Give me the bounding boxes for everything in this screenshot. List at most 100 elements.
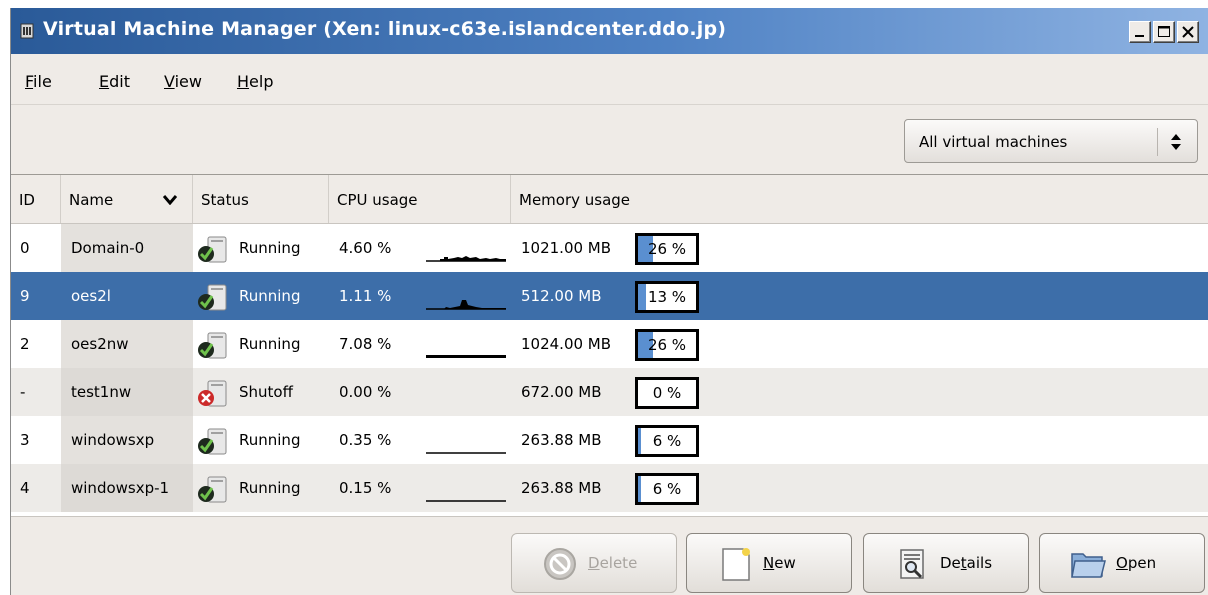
table-row[interactable]: 9 oes2l Running 1.11 % 512.00 MB 13 % xyxy=(11,272,1208,320)
column-header-name[interactable]: Name xyxy=(61,175,193,223)
shutoff-status-icon xyxy=(198,380,227,407)
memory-usage-percent: 26 % xyxy=(647,240,687,258)
vm-status: Running xyxy=(239,479,301,497)
combo-separator xyxy=(1157,128,1158,156)
vm-memory: 263.88 MB xyxy=(521,479,602,497)
column-status-label: Status xyxy=(201,191,249,209)
menu-help[interactable]: Help xyxy=(237,72,273,91)
vm-memory: 1024.00 MB xyxy=(521,335,612,353)
memory-usage-percent: 13 % xyxy=(647,288,687,306)
window-title: Virtual Machine Manager (Xen: linux-c63e… xyxy=(43,18,727,40)
vm-cpu: 7.08 % xyxy=(339,335,392,353)
column-header-memory[interactable]: Memory usage xyxy=(511,175,1208,223)
vm-cpu: 1.11 % xyxy=(339,287,392,305)
vm-status: Running xyxy=(239,431,301,449)
table-row[interactable]: 3 windowsxp Running 0.35 % 263.88 MB 6 % xyxy=(11,416,1208,464)
vm-id: 3 xyxy=(20,431,30,449)
menu-help-mnemonic: H xyxy=(237,72,250,91)
menu-edit-mnemonic: E xyxy=(99,72,110,91)
delete-label-rest: elete xyxy=(599,554,638,572)
vm-cpu: 0.15 % xyxy=(339,479,392,497)
table-row[interactable]: - test1nw Shutoff 0.00 % 672.00 MB 0 % xyxy=(11,368,1208,416)
column-cpu-label: CPU usage xyxy=(337,191,418,209)
menu-view[interactable]: View xyxy=(164,72,202,91)
running-status-icon xyxy=(198,332,227,359)
running-status-icon xyxy=(198,428,227,455)
title-bar[interactable]: Virtual Machine Manager (Xen: linux-c63e… xyxy=(11,8,1208,54)
open-label: Open xyxy=(1116,554,1156,572)
new-label: New xyxy=(763,554,796,572)
menu-file[interactable]: File xyxy=(25,72,52,91)
open-label-rest: pen xyxy=(1127,554,1157,572)
menu-help-label: elp xyxy=(249,72,274,91)
new-button[interactable]: New xyxy=(686,533,852,593)
vm-memory: 263.88 MB xyxy=(521,431,602,449)
sort-descending-icon xyxy=(163,195,177,205)
details-icon xyxy=(900,549,924,579)
details-label-pre: De xyxy=(940,554,961,572)
memory-usage-percent: 26 % xyxy=(647,336,687,354)
vm-id: 9 xyxy=(20,287,30,305)
running-status-icon xyxy=(198,284,227,311)
column-header-status[interactable]: Status xyxy=(193,175,329,223)
open-folder-icon xyxy=(1071,553,1106,578)
vm-cpu: 0.00 % xyxy=(339,383,392,401)
delete-icon xyxy=(544,548,576,580)
menu-edit[interactable]: Edit xyxy=(99,72,130,91)
delete-mnemonic: D xyxy=(588,554,600,572)
vm-id: 2 xyxy=(20,335,30,353)
cpu-sparkline xyxy=(426,355,506,358)
vm-memory: 672.00 MB xyxy=(521,383,602,401)
table-row[interactable]: 0 Domain-0 Running 4.60 % 1021.00 MB 26 … xyxy=(11,224,1208,272)
vm-filter-dropdown[interactable]: All virtual machines xyxy=(904,119,1198,163)
cpu-sparkline xyxy=(426,300,506,310)
menu-edit-label: dit xyxy=(109,72,130,91)
delete-button[interactable]: Delete xyxy=(511,533,677,593)
new-document-icon xyxy=(722,548,750,581)
vm-name: oes2l xyxy=(71,287,111,305)
cpu-sparkline xyxy=(426,256,506,262)
column-memory-label: Memory usage xyxy=(519,191,631,209)
vm-name: test1nw xyxy=(71,383,132,401)
menu-file-mnemonic: F xyxy=(25,72,34,91)
table-row[interactable]: 4 windowsxp-1 Running 0.15 % 263.88 MB 6… xyxy=(11,464,1208,512)
close-icon xyxy=(1182,26,1194,38)
vm-id: 0 xyxy=(20,239,30,257)
table-header: ID Name Status CPU usage Memory usage xyxy=(11,175,1208,224)
vm-name: windowsxp xyxy=(71,431,155,449)
cpu-sparkline xyxy=(426,500,506,502)
vm-memory: 512.00 MB xyxy=(521,287,602,305)
column-id-label: ID xyxy=(19,191,35,209)
vm-id: 4 xyxy=(20,479,30,497)
memory-usage-bar: 13 % xyxy=(635,281,699,313)
table-row[interactable]: 2 oes2nw Running 7.08 % 1024.00 MB 26 % xyxy=(11,320,1208,368)
up-down-arrows-icon xyxy=(1171,134,1181,150)
minimize-icon xyxy=(1135,35,1144,37)
details-label-rest: ails xyxy=(966,554,993,572)
vm-cpu: 4.60 % xyxy=(339,239,392,257)
vm-status: Running xyxy=(239,287,301,305)
column-header-id[interactable]: ID xyxy=(11,175,61,223)
vm-status: Shutoff xyxy=(239,383,293,401)
memory-usage-bar: 6 % xyxy=(635,473,699,505)
details-label: Details xyxy=(940,554,992,572)
vmm-window: Virtual Machine Manager (Xen: linux-c63e… xyxy=(10,8,1208,595)
details-button[interactable]: Details xyxy=(863,533,1029,593)
running-status-icon xyxy=(198,476,227,503)
column-name-label: Name xyxy=(69,191,114,209)
maximize-icon xyxy=(1158,26,1170,37)
close-button[interactable] xyxy=(1177,21,1199,43)
memory-usage-bar: 26 % xyxy=(635,329,699,361)
memory-usage-bar: 26 % xyxy=(635,233,699,265)
minimize-button[interactable] xyxy=(1129,21,1151,43)
open-mnemonic: O xyxy=(1116,554,1128,572)
open-button[interactable]: Open xyxy=(1039,533,1205,593)
app-icon xyxy=(20,23,34,39)
memory-usage-percent: 0 % xyxy=(652,384,682,402)
maximize-button[interactable] xyxy=(1153,21,1175,43)
menu-file-label: ile xyxy=(33,72,52,91)
vm-table: ID Name Status CPU usage Memory usage 0 … xyxy=(11,174,1208,516)
vm-status: Running xyxy=(239,335,301,353)
column-header-cpu[interactable]: CPU usage xyxy=(329,175,511,223)
vm-filter-value: All virtual machines xyxy=(919,133,1068,151)
